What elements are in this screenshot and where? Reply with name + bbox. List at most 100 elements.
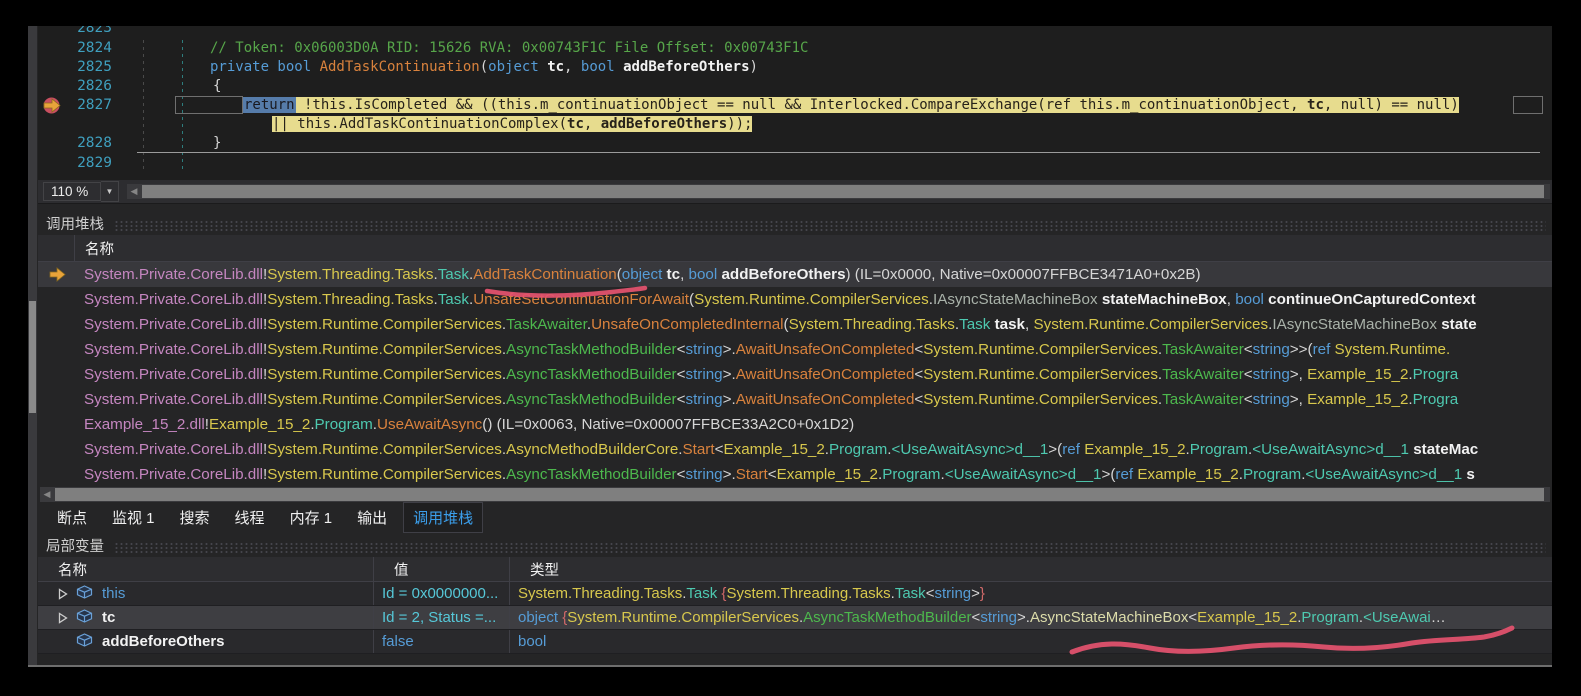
locals-value-cell: false [374,630,510,653]
variable-name: tc [102,609,115,626]
panel-divider [38,203,1552,211]
vertical-scrollbar-thumb[interactable] [29,301,36,413]
locals-type-cell: object {System.Runtime.CompilerServices.… [510,606,1552,629]
current-statement-breakpoint-icon[interactable] [43,97,61,114]
editor-hscroll-thumb[interactable] [142,185,1544,198]
screenshot-root: 28232824// Token: 0x06003D0A RID: 15626 … [0,0,1581,696]
code-line: || this.AddTaskContinuationComplex(tc, a… [38,115,1552,134]
callstack-frame-text: System.Private.CoreLib.dll!System.Runtim… [84,316,1552,333]
callstack-frame-row[interactable]: Example_15_2.dll!Example_15_2.Program.Us… [38,412,1552,437]
debugger-window: 28232824// Token: 0x06003D0A RID: 15626 … [28,26,1552,667]
scroll-left-arrow-icon[interactable]: ◀ [40,489,54,500]
callstack-frame-row[interactable]: System.Private.CoreLib.dll!System.Thread… [38,262,1552,287]
variable-name: this [102,585,125,602]
callstack-frame-text: System.Private.CoreLib.dll!System.Runtim… [84,441,1552,458]
locals-variable-row[interactable]: addBeforeOthers falsebool [38,630,1552,654]
title-dotted-pattern [114,542,1546,553]
locals-name-cell: tc [38,606,374,629]
line-number: 2826 [56,77,112,96]
left-vertical-scrollbar[interactable] [28,26,37,665]
locals-col-value[interactable]: 值 [374,557,510,581]
zoom-dropdown-button[interactable]: ▼ [101,181,119,202]
callstack-frame-row[interactable]: System.Private.CoreLib.dll!System.Runtim… [38,437,1552,462]
current-frame-arrow-icon [49,267,66,282]
locals-name-cell: addBeforeOthers [38,630,374,653]
code-editor[interactable]: 28232824// Token: 0x06003D0A RID: 15626 … [38,26,1552,180]
zoom-level-value: 110 % [51,184,88,199]
variable-name: addBeforeOthers [102,633,225,650]
callstack-frame-row[interactable]: System.Private.CoreLib.dll!System.Runtim… [38,387,1552,412]
callstack-row-gutter [38,362,84,387]
callstack-horizontal-scrollbar[interactable]: ◀ [40,487,1550,502]
scroll-left-arrow-icon[interactable]: ◀ [127,186,141,197]
tab-搜索[interactable]: 搜索 [171,503,219,532]
line-number: 2823 [56,26,112,38]
locals-title-label: 局部变量 [46,535,104,556]
line-number: 2825 [56,58,112,77]
callstack-frame-text: System.Private.CoreLib.dll!System.Runtim… [84,341,1552,358]
callstack-frame-row[interactable]: System.Private.CoreLib.dll!System.Runtim… [38,362,1552,387]
tab-内存 1[interactable]: 内存 1 [281,503,342,532]
callstack-row-gutter [38,337,84,362]
tab-输出[interactable]: 输出 [348,503,396,532]
tab-监视 1[interactable]: 监视 1 [103,503,164,532]
current-statement-highlight: || this.AddTaskContinuationComplex(tc, a… [272,116,752,132]
code-line: 2824// Token: 0x06003D0A RID: 15626 RVA:… [38,39,1552,58]
line-number: 2828 [56,134,112,153]
line-number: 2824 [56,39,112,58]
callstack-panel-title: 调用堆栈 [38,211,1552,235]
callstack-row-gutter [38,312,84,337]
callstack-frame-text: System.Private.CoreLib.dll!System.Runtim… [84,391,1552,408]
locals-rows: thisId = 0x0000000...System.Threading.Ta… [38,582,1552,654]
callstack-title-label: 调用堆栈 [46,213,104,234]
callstack-frame-text: Example_15_2.dll!Example_15_2.Program.Us… [84,416,1552,433]
variable-cube-icon [76,609,93,623]
callstack-row-gutter [38,287,84,312]
code-line: 2828} [38,134,1552,153]
callstack-row-gutter [38,262,84,287]
line-number: 2829 [56,154,112,173]
tab-线程[interactable]: 线程 [226,503,274,532]
expand-chevron-icon[interactable] [58,588,72,600]
locals-variable-row[interactable]: tc Id = 2, Status =...object {System.Runt… [38,606,1552,630]
title-dotted-pattern [114,220,1546,231]
locals-col-type[interactable]: 类型 [510,557,1552,581]
callstack-hscroll-thumb[interactable] [55,488,1544,501]
zoom-level-select[interactable]: 110 % [43,182,101,201]
callstack-frame-text: System.Private.CoreLib.dll!System.Thread… [84,266,1552,283]
locals-variable-row[interactable]: thisId = 0x0000000...System.Threading.Ta… [38,582,1552,606]
callstack-frame-row[interactable]: System.Private.CoreLib.dll!System.Runtim… [38,337,1552,362]
callstack-rows: System.Private.CoreLib.dll!System.Thread… [38,262,1552,487]
tab-断点[interactable]: 断点 [48,503,96,532]
locals-column-header[interactable]: 名称 值 类型 [38,557,1552,582]
callstack-column-header[interactable]: 名称 [38,235,1552,262]
code-line: 2823 [38,26,1552,38]
callstack-frame-text: System.Private.CoreLib.dll!System.Runtim… [84,366,1552,383]
locals-col-name[interactable]: 名称 [38,557,374,581]
locals-value-cell: Id = 2, Status =... [374,606,510,629]
code-line: 2826{ [38,77,1552,96]
locals-name-cell: this [38,582,374,605]
callstack-frame-row[interactable]: System.Private.CoreLib.dll!System.Runtim… [38,312,1552,337]
code-line: 2827return !this.IsCompleted && ((this.m… [38,96,1552,115]
editor-bottom-bar: 110 % ▼ ◀ [38,180,1552,203]
callstack-name-column-label: 名称 [75,238,114,259]
variable-cube-icon [76,585,93,599]
tab-active-调用堆栈[interactable]: 调用堆栈 [403,502,483,533]
callstack-frame-row[interactable]: System.Private.CoreLib.dll!System.Runtim… [38,462,1552,487]
callstack-row-gutter [38,462,84,487]
callstack-gutter-column [38,235,75,261]
callstack-frame-row[interactable]: System.Private.CoreLib.dll!System.Thread… [38,287,1552,312]
locals-panel: 局部变量 名称 值 类型 thisId = 0x0000000...System… [38,533,1552,654]
callstack-row-gutter [38,412,84,437]
editor-horizontal-scrollbar[interactable]: ◀ [127,184,1550,199]
code-line: 2829 [38,154,1552,173]
current-line-border [175,96,243,114]
locals-panel-title: 局部变量 [38,533,1552,557]
current-line-border [1513,96,1543,114]
method-separator-line [137,152,1540,153]
expand-chevron-icon[interactable] [58,612,72,624]
current-statement-highlight: !this.IsCompleted && ((this.m_continuati… [296,97,1459,113]
locals-type-cell: bool [510,630,1552,653]
selected-text: return [243,97,296,113]
